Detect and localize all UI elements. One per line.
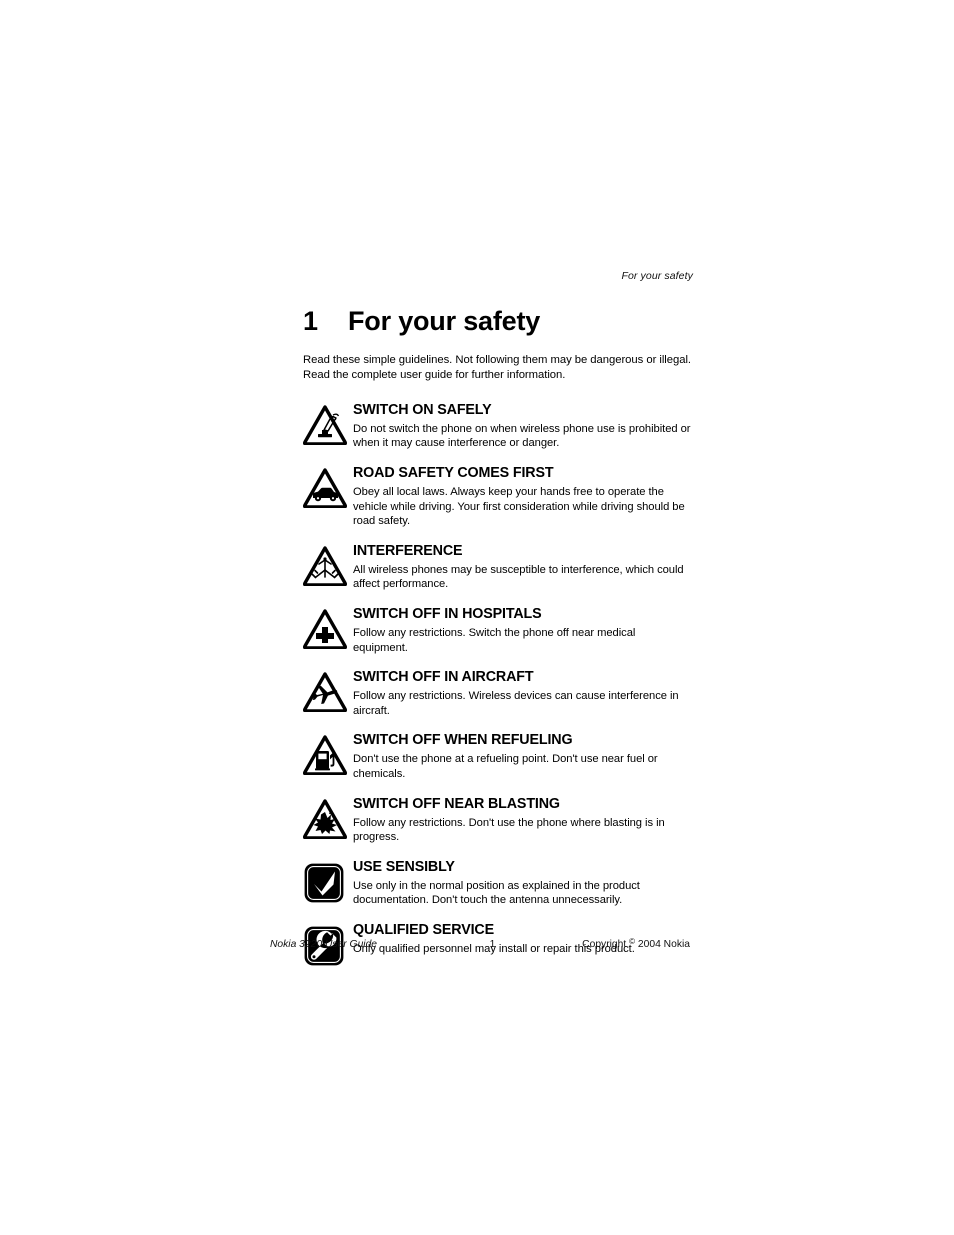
chapter-number: 1: [303, 306, 318, 336]
triangle-medical-cross-icon: [303, 605, 353, 649]
safety-item: SWITCH OFF IN HOSPITALS Follow any restr…: [303, 605, 693, 655]
safety-item: INTERFERENCE All wireless phones may be …: [303, 542, 693, 592]
footer-page-number: 1: [489, 939, 496, 950]
safety-text-block: SWITCH OFF IN HOSPITALS Follow any restr…: [353, 605, 693, 655]
safety-item: USE SENSIBLY Use only in the normal posi…: [303, 858, 693, 908]
safety-text-block: USE SENSIBLY Use only in the normal posi…: [353, 858, 693, 908]
triangle-airplane-icon: [303, 668, 353, 713]
triangle-antenna-interference-icon: [303, 542, 353, 586]
safety-item: SWITCH OFF WHEN REFUELING Don't use the …: [303, 731, 693, 781]
document-page: For your safety 1 For your safety Read t…: [0, 0, 954, 1235]
safety-item: SWITCH OFF IN AIRCRAFT Follow any restri…: [303, 668, 693, 718]
page-content: For your safety 1 For your safety Read t…: [303, 270, 693, 980]
safety-body: All wireless phones may be susceptible t…: [353, 563, 684, 591]
chapter-title-text: For your safety: [348, 306, 541, 336]
copyright-symbol: ©: [629, 937, 636, 946]
running-header: For your safety: [621, 270, 693, 282]
safety-heading: USE SENSIBLY: [353, 858, 455, 875]
triangle-phone-hand-icon: [303, 401, 353, 445]
safety-item: SWITCH ON SAFELY Do not switch the phone…: [303, 401, 693, 451]
square-checkmark-icon: [303, 858, 353, 904]
footer-copyright: Copyright © 2004 Nokia: [530, 937, 690, 950]
safety-guidelines-list: SWITCH ON SAFELY Do not switch the phone…: [303, 401, 693, 967]
safety-text-block: SWITCH OFF IN AIRCRAFT Follow any restri…: [353, 668, 693, 718]
safety-text-block: INTERFERENCE All wireless phones may be …: [353, 542, 693, 592]
triangle-fuel-pump-icon: [303, 731, 353, 776]
copyright-prefix: Copyright: [582, 939, 627, 950]
safety-heading: SWITCH OFF IN HOSPITALS: [353, 605, 542, 622]
safety-heading: ROAD SAFETY COMES FIRST: [353, 465, 554, 481]
safety-body: Follow any restrictions. Wireless device…: [353, 690, 679, 717]
safety-heading: SWITCH OFF WHEN REFUELING: [353, 732, 573, 749]
safety-heading: SWITCH OFF IN AIRCRAFT: [353, 669, 534, 686]
safety-body: Use only in the normal position as expla…: [353, 879, 640, 907]
safety-item: ROAD SAFETY COMES FIRST Obey all local l…: [303, 464, 693, 529]
safety-body: Don't use the phone at a refueling point…: [353, 753, 658, 780]
triangle-explosion-icon: [303, 795, 353, 839]
safety-heading: SWITCH OFF NEAR BLASTING: [353, 795, 560, 812]
safety-body: Do not switch the phone on when wireless…: [353, 422, 691, 450]
copyright-suffix: 2004 Nokia: [637, 939, 690, 950]
safety-text-block: SWITCH OFF NEAR BLASTING Follow any rest…: [353, 795, 693, 845]
safety-item: SWITCH OFF NEAR BLASTING Follow any rest…: [303, 795, 693, 845]
page-title: 1 For your safety: [303, 306, 693, 337]
safety-text-block: ROAD SAFETY COMES FIRST Obey all local l…: [353, 464, 693, 529]
intro-paragraph: Read these simple guidelines. Not follow…: [303, 354, 691, 382]
safety-body: Follow any restrictions. Don't use the p…: [353, 816, 665, 844]
safety-body: Follow any restrictions. Switch the phon…: [353, 626, 636, 654]
safety-body: Obey all local laws. Always keep your ha…: [353, 486, 685, 528]
safety-heading: SWITCH ON SAFELY: [353, 401, 492, 418]
safety-text-block: SWITCH ON SAFELY Do not switch the phone…: [353, 401, 693, 451]
footer-document-title: Nokia 3220 User Guide: [270, 939, 378, 950]
triangle-car-icon: [303, 464, 353, 508]
page-footer: Nokia 3220 User Guide 1 Copyright © 2004…: [270, 937, 690, 950]
safety-text-block: SWITCH OFF WHEN REFUELING Don't use the …: [353, 731, 693, 781]
safety-heading: INTERFERENCE: [353, 542, 463, 559]
